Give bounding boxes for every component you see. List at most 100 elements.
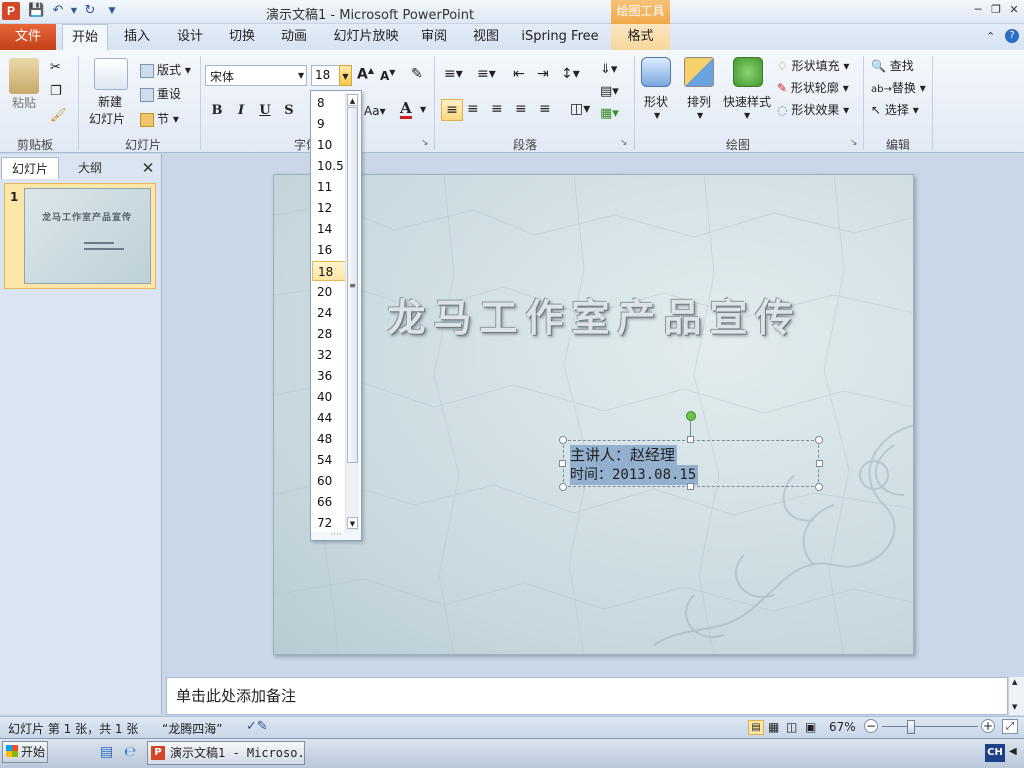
zoom-out-icon[interactable]: − <box>864 719 878 733</box>
tab-outline-pane[interactable]: 大纲 <box>60 157 120 179</box>
quick-styles-dropdown-icon[interactable]: ▼ <box>744 111 750 120</box>
distributed-icon[interactable]: ≡ <box>539 101 551 117</box>
change-case-button[interactable]: Aa▾ <box>364 104 386 118</box>
font-size-dropdown-icon[interactable]: ▼ <box>339 65 352 86</box>
redo-icon[interactable]: ↻ <box>82 3 98 19</box>
tab-view[interactable]: 视图 <box>464 24 508 50</box>
reading-view-icon[interactable]: ◫ <box>786 720 797 734</box>
tab-home[interactable]: 开始 <box>62 24 108 50</box>
font-size-option[interactable]: 60 <box>312 471 346 491</box>
font-size-option[interactable]: 11 <box>312 177 346 197</box>
presenter-text[interactable]: 主讲人：赵经理 <box>570 445 678 465</box>
minimize-icon[interactable]: ─ <box>970 3 986 17</box>
font-size-option[interactable]: 10 <box>312 135 346 155</box>
tab-transitions[interactable]: 切换 <box>220 24 264 50</box>
quick-styles-button[interactable]: 快速样式 <box>723 93 771 110</box>
notes-scroll-down-icon[interactable]: ▼ <box>1012 703 1017 711</box>
dropdown-resize-grip[interactable]: ···· <box>311 531 361 540</box>
section-button[interactable]: 节 ▾ <box>140 110 179 127</box>
tab-format[interactable]: 格式 <box>611 24 670 50</box>
line-spacing-icon[interactable]: ↕▾ <box>561 66 580 82</box>
font-size-option[interactable]: 48 <box>312 429 346 449</box>
font-size-option[interactable]: 66 <box>312 492 346 512</box>
font-size-option[interactable]: 9 <box>312 114 346 134</box>
shape-outline-button[interactable]: ✎ 形状轮廓 ▾ <box>777 79 849 96</box>
font-color-dropdown-icon[interactable]: ▼ <box>420 105 426 114</box>
slide-canvas[interactable]: 龙马工作室产品宣传 主讲人：赵经理 时间：2013.08.15 <box>273 174 914 655</box>
reset-button[interactable]: 重设 <box>140 85 181 102</box>
resize-handle-bottom[interactable] <box>687 483 694 490</box>
font-size-option[interactable]: 12 <box>312 198 346 218</box>
slideshow-view-icon[interactable]: ▣ <box>805 720 816 734</box>
resize-handle-top-right[interactable] <box>815 436 823 444</box>
align-right-icon[interactable]: ≡ <box>491 101 503 117</box>
restore-icon[interactable]: ❐ <box>988 3 1004 17</box>
font-size-option[interactable]: 10.5 <box>312 156 346 176</box>
resize-handle-bottom-left[interactable] <box>559 483 567 491</box>
text-direction-icon[interactable]: ⇓▾ <box>600 62 617 77</box>
fit-to-window-icon[interactable]: ⤢ <box>1002 719 1018 734</box>
align-left-icon[interactable]: ≡ <box>441 99 463 121</box>
font-size-option[interactable]: 24 <box>312 303 346 323</box>
font-size-option[interactable]: 16 <box>312 240 346 260</box>
collapse-ribbon-icon[interactable]: ⌃ <box>986 30 995 43</box>
resize-handle-top[interactable] <box>687 436 694 443</box>
internet-explorer-icon[interactable]: ℮ <box>124 744 136 760</box>
shapes-dropdown-icon[interactable]: ▼ <box>654 111 660 120</box>
font-size-option[interactable]: 20 <box>312 282 346 302</box>
resize-handle-right[interactable] <box>816 460 823 467</box>
bullets-icon[interactable]: ≡▾ <box>444 66 463 82</box>
bold-button[interactable]: B <box>207 102 227 120</box>
paragraph-dialog-launcher-icon[interactable]: ↘ <box>620 138 628 148</box>
copy-icon[interactable]: ❐ <box>50 84 62 99</box>
justify-icon[interactable]: ≡ <box>515 101 527 117</box>
find-button[interactable]: 🔍 查找 <box>871 57 914 74</box>
quick-styles-icon[interactable] <box>733 57 763 87</box>
font-size-option[interactable]: 8 <box>312 93 346 113</box>
arrange-dropdown-icon[interactable]: ▼ <box>697 111 703 120</box>
underline-button[interactable]: U <box>255 102 275 120</box>
scroll-thumb[interactable]: ≡ <box>347 107 358 463</box>
customize-qat-icon[interactable]: ▼ <box>104 3 120 19</box>
theme-name-status[interactable]: “龙腾四海” <box>162 720 222 737</box>
zoom-slider-track[interactable] <box>882 726 978 727</box>
arrange-button[interactable]: 排列 <box>687 93 711 110</box>
new-slide-label-1[interactable]: 新建 <box>98 93 122 110</box>
date-text[interactable]: 时间：2013.08.15 <box>570 465 699 485</box>
numbering-icon[interactable]: ≡▾ <box>477 66 496 82</box>
notes-pane[interactable]: 单击此处添加备注 <box>166 677 1008 715</box>
font-size-option[interactable]: 14 <box>312 219 346 239</box>
format-painter-icon[interactable]: 🖌 <box>50 108 67 123</box>
font-size-option[interactable]: 32 <box>312 345 346 365</box>
close-pane-icon[interactable]: ✕ <box>138 157 158 179</box>
font-dialog-launcher-icon[interactable]: ↘ <box>421 138 429 148</box>
spell-check-icon[interactable]: ✓✎ <box>246 719 268 734</box>
font-size-option[interactable]: 44 <box>312 408 346 428</box>
notes-scroll-up-icon[interactable]: ▲ <box>1012 678 1017 686</box>
tab-design[interactable]: 设计 <box>168 24 212 50</box>
font-size-option[interactable]: 36 <box>312 366 346 386</box>
resize-handle-left[interactable] <box>559 460 566 467</box>
font-size-option[interactable]: 28 <box>312 324 346 344</box>
clear-formatting-icon[interactable]: ✎ <box>411 66 423 82</box>
powerpoint-logo-icon[interactable]: P <box>2 2 20 20</box>
tab-slides-pane[interactable]: 幻灯片 <box>1 157 59 179</box>
undo-icon[interactable]: ↶ <box>50 3 66 19</box>
font-color-icon[interactable]: A <box>400 100 412 119</box>
font-name-dropdown-icon[interactable]: ▼ <box>298 71 304 80</box>
drawing-dialog-launcher-icon[interactable]: ↘ <box>850 138 858 148</box>
decrease-indent-icon[interactable]: ⇤ <box>513 66 525 82</box>
zoom-level[interactable]: 67% <box>829 720 856 734</box>
font-size-option[interactable]: 54 <box>312 450 346 470</box>
close-icon[interactable]: ✕ <box>1006 3 1022 17</box>
zoom-slider-thumb[interactable] <box>907 720 915 734</box>
shapes-button[interactable]: 形状 <box>644 93 668 110</box>
columns-icon[interactable]: ◫▾ <box>570 101 590 117</box>
tab-insert[interactable]: 插入 <box>115 24 159 50</box>
subtitle-textbox[interactable]: 主讲人：赵经理 时间：2013.08.15 <box>563 440 819 487</box>
tab-file[interactable]: 文件 <box>0 24 56 50</box>
shrink-font-button[interactable]: A▼ <box>380 68 395 83</box>
replace-button[interactable]: ab→替换 ▾ <box>871 79 926 96</box>
arrange-icon[interactable] <box>684 57 714 87</box>
undo-dropdown-icon[interactable]: ▼ <box>66 3 82 19</box>
